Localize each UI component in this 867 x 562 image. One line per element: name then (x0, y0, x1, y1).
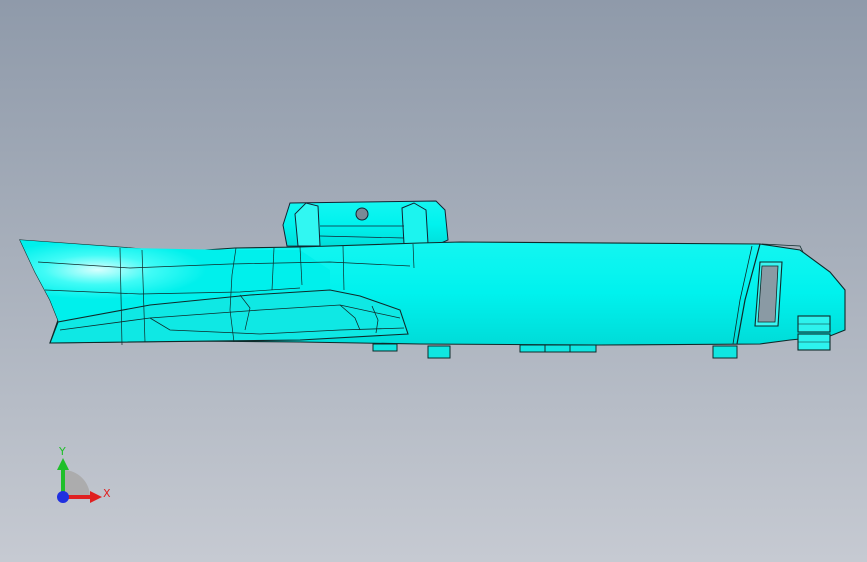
z-axis-dot (57, 491, 69, 503)
graphics-viewport[interactable]: Y X (0, 0, 867, 562)
x-axis-label: X (103, 487, 111, 500)
y-axis-label: Y (58, 445, 66, 458)
axis-triad: Y X (57, 445, 111, 503)
